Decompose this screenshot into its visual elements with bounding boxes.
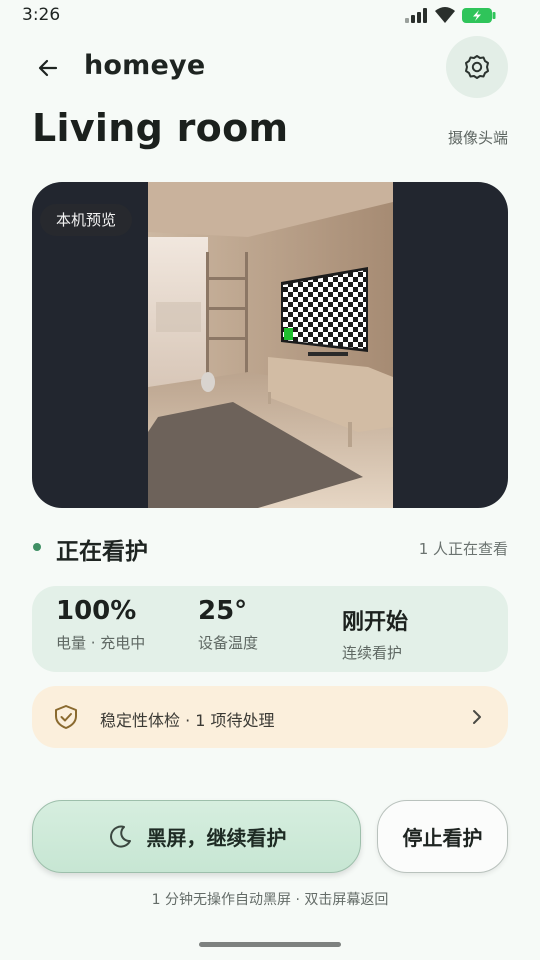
gear-icon (465, 55, 489, 79)
app-title: homeye (84, 50, 206, 81)
temperature-stat: 25° 设备温度 (198, 596, 258, 653)
stability-check-label: 稳定性体检 · 1 项待处理 (100, 711, 275, 730)
room-title: Living room (32, 106, 289, 150)
stop-watching-button[interactable]: 停止看护 (377, 800, 508, 873)
settings-button[interactable] (446, 36, 508, 98)
arrow-left-icon (38, 59, 58, 77)
watch-status: 正在看护 (56, 539, 148, 565)
shield-check-icon (55, 705, 77, 729)
temperature-value: 25° (198, 596, 248, 626)
duration-stat: 刚开始 连续看护 (342, 604, 408, 663)
wifi-icon (435, 7, 455, 23)
viewer-count: 1 人正在查看 (418, 540, 508, 558)
battery-value: 100% (56, 596, 137, 626)
status-time: 3:26 (22, 5, 61, 25)
cell-signal-icon (405, 8, 427, 23)
screen-off-continue-label: 黑屏，继续看护 (146, 826, 287, 850)
temperature-label: 设备温度 (198, 634, 259, 652)
home-indicator[interactable] (199, 942, 341, 947)
stability-check-row[interactable]: 稳定性体检 · 1 项待处理 (32, 686, 508, 748)
device-role-label: 摄像头端 (447, 129, 508, 147)
duration-value: 刚开始 (342, 610, 409, 635)
status-bar: 3:26 (0, 0, 540, 34)
camera-feed-image (148, 182, 393, 508)
battery-label: 电量 · 充电中 (56, 634, 146, 652)
battery-stat: 100% 电量 · 充电中 (56, 596, 145, 653)
moon-icon (109, 825, 131, 848)
auto-screen-off-hint: 1 分钟无操作自动黑屏 · 双击屏幕返回 (151, 892, 389, 908)
screen-off-continue-button[interactable]: 黑屏，继续看护 (32, 800, 361, 873)
status-dot-icon (33, 543, 41, 551)
battery-charging-icon (462, 8, 496, 23)
back-button[interactable] (28, 50, 68, 86)
device-stats-card: 100% 电量 · 充电中 25° 设备温度 刚开始 连续看护 (32, 586, 508, 672)
chevron-right-icon (473, 710, 481, 724)
local-preview-badge: 本机预览 (40, 204, 133, 236)
duration-label: 连续看护 (342, 644, 403, 662)
